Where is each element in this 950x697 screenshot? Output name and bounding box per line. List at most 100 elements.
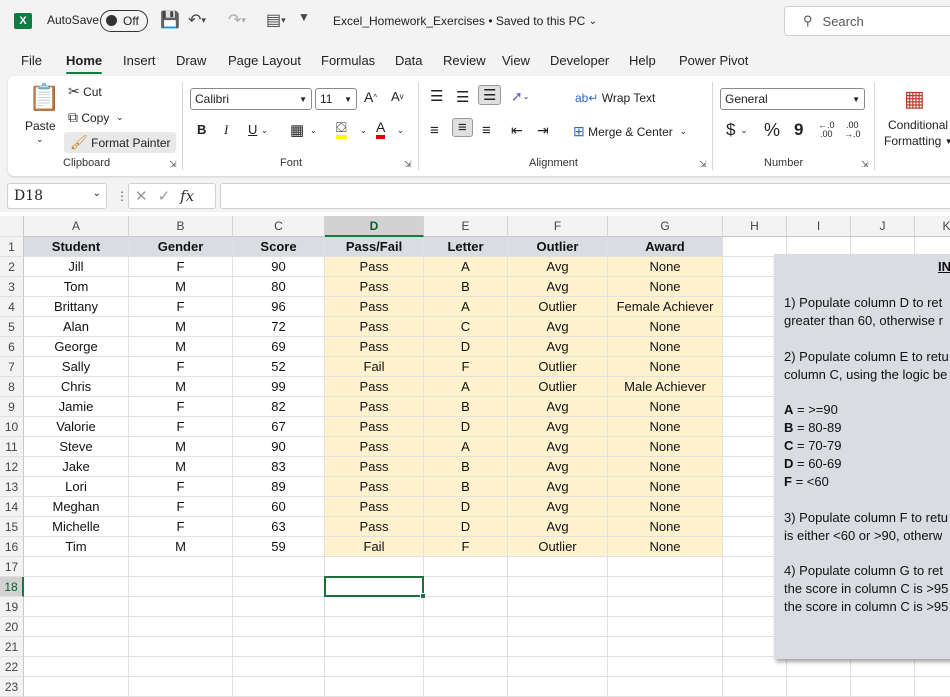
- table-cell[interactable]: Pass: [325, 317, 424, 337]
- table-cell[interactable]: [24, 557, 129, 577]
- row-header[interactable]: 17: [0, 557, 24, 577]
- table-cell[interactable]: [325, 557, 424, 577]
- row-header[interactable]: 15: [0, 517, 24, 537]
- table-cell[interactable]: 59: [233, 537, 325, 557]
- chevron-down-icon[interactable]: ⌄: [360, 126, 367, 135]
- table-cell[interactable]: M: [129, 457, 233, 477]
- increase-font-size-icon[interactable]: A ^: [364, 89, 377, 105]
- table-cell[interactable]: Outlier: [508, 377, 608, 397]
- table-cell[interactable]: F: [129, 257, 233, 277]
- table-cell[interactable]: None: [608, 337, 723, 357]
- table-cell[interactable]: M: [129, 377, 233, 397]
- formatting-label[interactable]: Formatting ▼: [884, 134, 950, 148]
- table-cell[interactable]: F: [129, 417, 233, 437]
- row-header[interactable]: 2: [0, 257, 24, 277]
- insert-function-button[interactable]: fx: [180, 187, 194, 205]
- table-cell[interactable]: [233, 657, 325, 677]
- table-cell[interactable]: Sally: [24, 357, 129, 377]
- italic-button[interactable]: I: [224, 122, 228, 138]
- table-cell[interactable]: 67: [233, 417, 325, 437]
- table-cell[interactable]: [424, 597, 508, 617]
- table-cell[interactable]: Pass: [325, 337, 424, 357]
- table-cell[interactable]: Avg: [508, 437, 608, 457]
- table-cell[interactable]: Avg: [508, 517, 608, 537]
- table-cell[interactable]: 99: [233, 377, 325, 397]
- table-cell[interactable]: [233, 597, 325, 617]
- paste-chevron-icon[interactable]: ⌄: [36, 134, 44, 145]
- table-cell[interactable]: Avg: [508, 277, 608, 297]
- tab-view[interactable]: View: [502, 53, 530, 68]
- column-header[interactable]: H: [723, 216, 787, 237]
- table-cell[interactable]: 90: [233, 437, 325, 457]
- table-cell[interactable]: [129, 577, 233, 597]
- table-cell[interactable]: [851, 677, 915, 697]
- paste-button[interactable]: Paste: [25, 119, 56, 133]
- tab-developer[interactable]: Developer: [550, 53, 609, 68]
- table-cell[interactable]: C: [424, 317, 508, 337]
- table-cell[interactable]: None: [608, 257, 723, 277]
- table-cell[interactable]: None: [608, 457, 723, 477]
- paste-icon[interactable]: 📋: [28, 82, 60, 113]
- underline-button[interactable]: U: [248, 122, 257, 137]
- column-header[interactable]: K: [915, 216, 950, 237]
- table-cell[interactable]: [233, 637, 325, 657]
- tab-formulas[interactable]: Formulas: [321, 53, 375, 68]
- align-top-icon[interactable]: ☰: [430, 87, 443, 105]
- table-cell[interactable]: [851, 657, 915, 677]
- font-name-select[interactable]: Calibri ▼: [190, 88, 312, 110]
- table-cell[interactable]: [424, 577, 508, 597]
- table-cell[interactable]: A: [424, 437, 508, 457]
- row-header[interactable]: 14: [0, 497, 24, 517]
- row-header[interactable]: 1: [0, 237, 24, 257]
- conditional-formatting-icon[interactable]: ▦: [904, 86, 925, 112]
- dialog-launcher-icon[interactable]: ⇲: [861, 159, 869, 170]
- table-cell[interactable]: Tim: [24, 537, 129, 557]
- row-header[interactable]: 13: [0, 477, 24, 497]
- table-cell[interactable]: 72: [233, 317, 325, 337]
- table-cell[interactable]: [424, 557, 508, 577]
- borders-icon[interactable]: ▦: [290, 121, 304, 139]
- table-cell[interactable]: M: [129, 277, 233, 297]
- table-cell[interactable]: Pass: [325, 457, 424, 477]
- table-cell[interactable]: Pass: [325, 437, 424, 457]
- orientation-icon[interactable]: ➚ ⌄: [511, 88, 529, 105]
- header-cell[interactable]: Gender: [129, 237, 233, 257]
- table-cell[interactable]: [508, 557, 608, 577]
- align-middle-icon[interactable]: ☰: [456, 88, 469, 106]
- table-cell[interactable]: Pass: [325, 257, 424, 277]
- table-cell[interactable]: F: [424, 357, 508, 377]
- table-cell[interactable]: F: [129, 497, 233, 517]
- search-box[interactable]: ⚲ Search: [784, 6, 950, 36]
- table-cell[interactable]: M: [129, 537, 233, 557]
- row-header[interactable]: 8: [0, 377, 24, 397]
- table-cell[interactable]: [608, 577, 723, 597]
- header-cell[interactable]: Pass/Fail: [325, 237, 424, 257]
- table-cell[interactable]: [24, 597, 129, 617]
- table-cell[interactable]: Pass: [325, 417, 424, 437]
- table-cell[interactable]: [424, 617, 508, 637]
- chevron-down-icon[interactable]: ⌄: [261, 126, 268, 135]
- column-header[interactable]: J: [851, 216, 915, 237]
- dialog-launcher-icon[interactable]: ⇲: [169, 159, 177, 170]
- table-cell[interactable]: D: [424, 497, 508, 517]
- table-cell[interactable]: [608, 637, 723, 657]
- table-cell[interactable]: [508, 677, 608, 697]
- tab-help[interactable]: Help: [629, 53, 656, 68]
- increase-decimal-icon[interactable]: ←.0.00: [818, 121, 835, 139]
- table-cell[interactable]: [508, 617, 608, 637]
- table-cell[interactable]: Avg: [508, 257, 608, 277]
- row-header[interactable]: 16: [0, 537, 24, 557]
- header-cell[interactable]: Student: [24, 237, 129, 257]
- bold-button[interactable]: B: [197, 122, 206, 137]
- table-cell[interactable]: None: [608, 477, 723, 497]
- number-format-select[interactable]: General ▼: [720, 88, 865, 110]
- table-cell[interactable]: [325, 637, 424, 657]
- table-cell[interactable]: F: [424, 537, 508, 557]
- table-cell[interactable]: None: [608, 517, 723, 537]
- table-cell[interactable]: 80: [233, 277, 325, 297]
- row-header[interactable]: 19: [0, 597, 24, 617]
- redo-icon[interactable]: ↷ ▾: [228, 10, 246, 30]
- table-cell[interactable]: 52: [233, 357, 325, 377]
- table-cell[interactable]: Steve: [24, 437, 129, 457]
- table-cell[interactable]: 90: [233, 257, 325, 277]
